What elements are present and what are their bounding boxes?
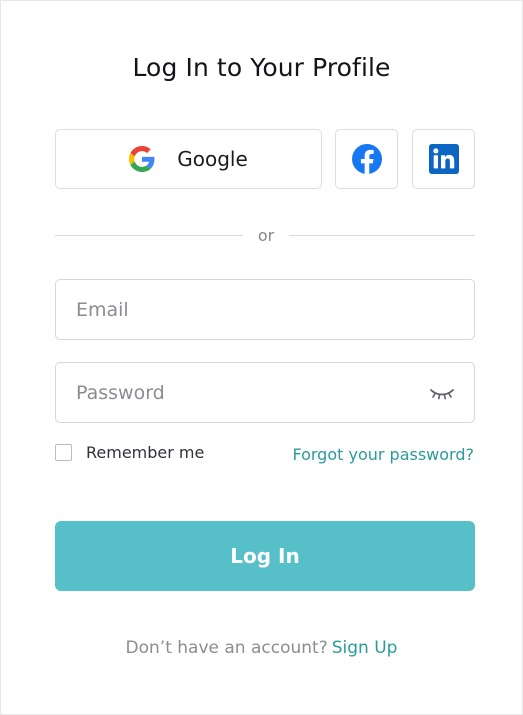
eye-closed-icon[interactable] [428,385,456,403]
email-field-container [55,279,475,340]
remember-me-checkbox[interactable] [55,444,72,461]
signup-prompt: Don’t have an account? [125,638,328,658]
page-title: Log In to Your Profile [132,53,391,82]
email-input[interactable] [56,280,474,339]
google-login-button[interactable]: Google [55,129,322,189]
divider-line-right [289,235,475,236]
linkedin-icon [428,144,459,174]
linkedin-login-button[interactable] [412,129,475,189]
remember-me-label: Remember me [86,443,205,462]
password-field-container [55,362,475,423]
signup-link[interactable]: Sign Up [332,638,398,658]
divider-label: or [257,226,275,245]
facebook-login-button[interactable] [335,129,398,189]
password-input[interactable] [56,363,474,422]
login-card: Log In to Your Profile Google or Email R… [0,0,523,715]
google-icon [129,146,155,172]
google-button-label: Google [177,147,248,171]
forgot-password-link[interactable]: Forgot your password? [292,445,474,464]
facebook-icon [351,144,382,174]
remember-me-row[interactable]: Remember me [55,443,204,462]
divider-line-left [55,235,243,236]
or-divider: or [55,226,475,246]
login-button[interactable]: Log In [55,521,475,591]
signup-row: Don’t have an account? Sign Up [1,638,522,658]
